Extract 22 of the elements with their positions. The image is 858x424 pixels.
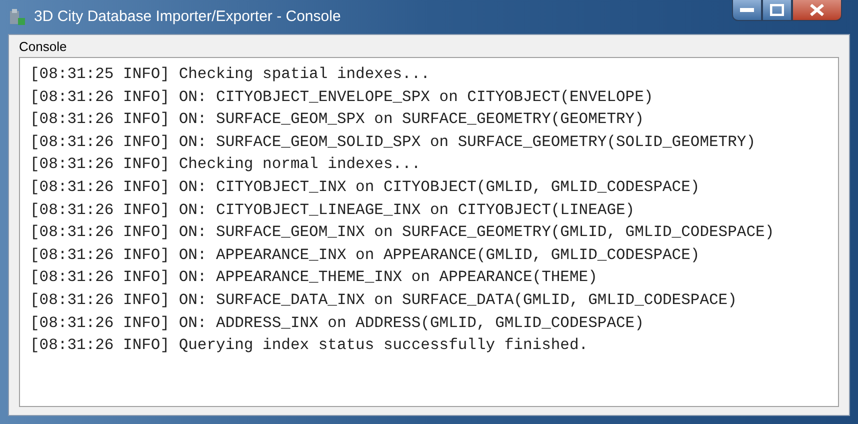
- close-icon: [810, 4, 824, 16]
- panel-title: Console: [19, 38, 68, 56]
- log-line: [08:31:26 INFO] ON: APPEARANCE_THEME_INX on APPEARANCE(THEME): [30, 267, 598, 288]
- log-line: [08:31:26 INFO] Querying index status successfully finished.: [30, 335, 590, 356]
- minimize-button[interactable]: [732, 0, 762, 21]
- window-title: 3D City Database Importer/Exporter - Console: [34, 6, 342, 27]
- minimize-icon: [740, 8, 754, 12]
- log-line: [08:31:26 INFO] ON: SURFACE_GEOM_SOLID_SPX on SURFACE_GEOMETRY(SOLID_GEOMETRY): [30, 132, 757, 153]
- log-line: [08:31:26 INFO] ON: SURFACE_DATA_INX on SURFACE_DATA(GMLID, GMLID_CODESPACE): [30, 290, 738, 311]
- log-line: [08:31:26 INFO] ON: SURFACE_GEOM_INX on SURFACE_GEOMETRY(GMLID, GMLID_CODESPACE): [30, 222, 776, 244]
- log-line: [08:31:26 INFO] ON: CITYOBJECT_INX on CITYOBJECT(GMLID, GMLID_CODESPACE): [30, 176, 701, 198]
- log-line: [08:31:26 INFO] ON: APPEARANCE_INX on APPEARANCE(GMLID, GMLID_CODESPACE): [30, 244, 701, 266]
- log-line: [08:31:26 INFO] ON: ADDRESS_INX on ADDRESS(GMLID, GMLID_CODESPACE): [30, 312, 645, 334]
- log-line: [08:31:26 INFO] ON: CITYOBJECT_LINEAGE_INX on CITYOBJECT(LINEAGE): [30, 200, 636, 221]
- log-line: [08:31:25 INFO] Checking spatial indexes...: [30, 64, 431, 85]
- close-button[interactable]: [792, 0, 842, 21]
- log-line: [08:31:26 INFO] ON: CITYOBJECT_ENVELOPE_SPX on CITYOBJECT(ENVELOPE): [30, 86, 654, 108]
- log-line: [08:31:26 INFO] Checking normal indexes...: [30, 154, 422, 176]
- log-line: [08:31:26 INFO] ON: SURFACE_GEOM_SPX on SURFACE_GEOMETRY(GEOMETRY): [30, 109, 645, 130]
- maximize-icon: [770, 4, 784, 16]
- maximize-button[interactable]: [762, 0, 792, 21]
- app-icon: [8, 8, 26, 26]
